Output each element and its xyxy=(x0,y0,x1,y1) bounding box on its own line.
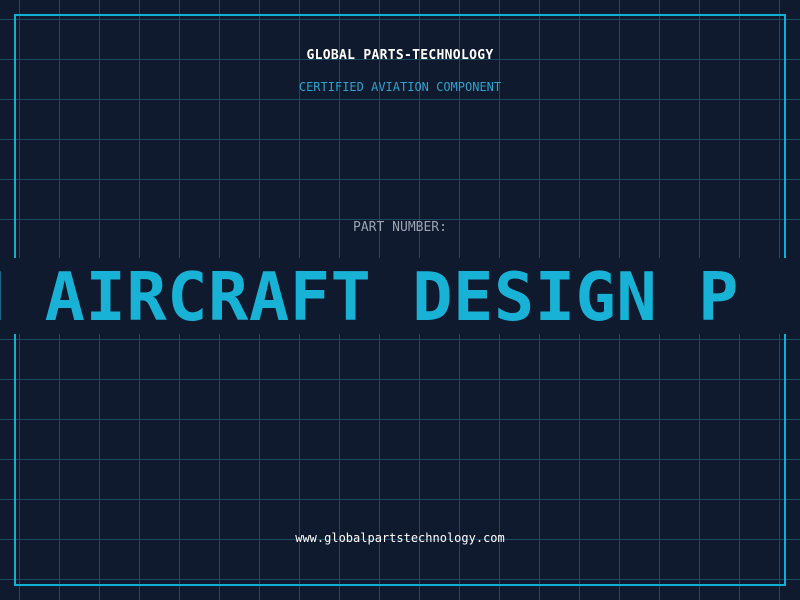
part-number-label: PART NUMBER: xyxy=(353,220,447,235)
brand-name: GLOBAL PARTS-TECHNOLOGY xyxy=(306,48,494,63)
part-number-band: M AIRCRAFT DESIGN P xyxy=(0,258,800,334)
part-number-ticker: M AIRCRAFT DESIGN P xyxy=(0,258,739,334)
website-url[interactable]: www.globalpartstechnology.com xyxy=(0,531,800,545)
brand-tagline: CERTIFIED AVIATION COMPONENT xyxy=(298,80,502,94)
label-canvas: GLOBAL PARTS-TECHNOLOGY CERTIFIED AVIATI… xyxy=(0,0,800,600)
